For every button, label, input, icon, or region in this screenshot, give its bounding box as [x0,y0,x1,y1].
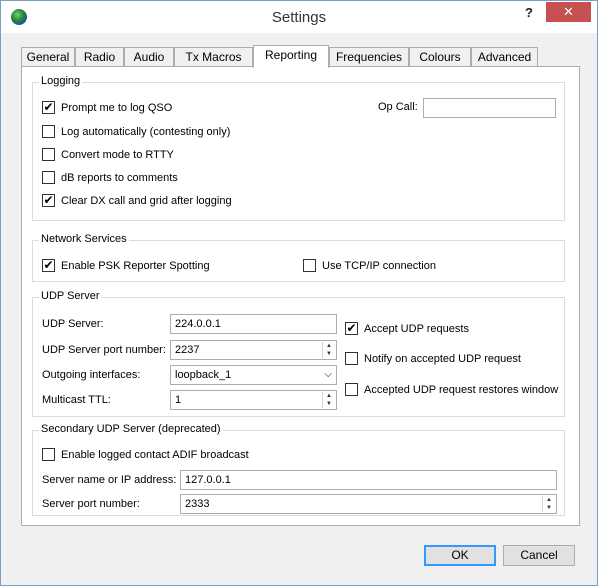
accept-udp-label: Accept UDP requests [364,323,469,335]
prompt-qso-label: Prompt me to log QSO [61,102,173,114]
checkbox-box [42,148,55,161]
udp-port-spinbox[interactable]: 2237 ▲ ▼ [170,340,337,360]
multicast-ttl-value: 1 [175,394,182,406]
server-port-spinbox[interactable]: 2333 ▲ ▼ [180,494,557,514]
network-services-title: Network Services [39,233,129,245]
server-port-label: Server port number: [42,498,140,510]
reporting-panel: Logging ✔ Prompt me to log QSO Log autom… [21,66,580,526]
tab-audio[interactable]: Audio [124,47,174,67]
logging-group: Logging ✔ Prompt me to log QSO Log autom… [32,75,565,221]
spin-down-icon[interactable]: ▼ [323,400,335,408]
notify-udp-label: Notify on accepted UDP request [364,353,521,365]
outgoing-interfaces-select[interactable]: loopback_1 ⌵ [170,365,337,385]
checkbox-box [303,259,316,272]
checkbox-box [42,125,55,138]
udp-server-label: UDP Server: [42,318,104,330]
clear-dx-label: Clear DX call and grid after logging [61,195,232,207]
tab-reporting[interactable]: Reporting [253,45,329,68]
spin-up-icon[interactable]: ▲ [543,496,555,504]
secondary-udp-group: Secondary UDP Server (deprecated) Enable… [32,423,565,516]
udp-port-value: 2237 [175,344,200,356]
close-button[interactable]: ✕ [546,2,591,22]
udp-server-input[interactable]: 224.0.0.1 [170,314,337,334]
network-services-group: Network Services ✔ Enable PSK Reporter S… [32,233,565,282]
checkbox-box [345,352,358,365]
spin-up-icon[interactable]: ▲ [323,392,335,400]
spin-down-icon[interactable]: ▼ [543,504,555,512]
chevron-down-icon: ⌵ [324,369,332,380]
udp-server-group: UDP Server UDP Server: 224.0.0.1 UDP Ser… [32,290,565,417]
settings-window: Settings ? ✕ General Radio Audio Tx Macr… [0,0,598,586]
dialog-client-area: General Radio Audio Tx Macros Reporting … [8,33,591,579]
outgoing-interfaces-value: loopback_1 [175,369,232,381]
checkmark-icon: ✔ [345,321,358,335]
title-bar: Settings ? ✕ [1,1,597,33]
tab-advanced[interactable]: Advanced [471,47,538,67]
spin-buttons[interactable]: ▲ ▼ [322,392,335,408]
convert-rtty-label: Convert mode to RTTY [61,149,174,161]
tcpip-label: Use TCP/IP connection [322,260,436,272]
multicast-ttl-spinbox[interactable]: 1 ▲ ▼ [170,390,337,410]
tab-colours[interactable]: Colours [409,47,471,67]
adif-broadcast-label: Enable logged contact ADIF broadcast [61,449,249,461]
tab-general[interactable]: General [21,47,75,67]
checkbox-box [42,171,55,184]
window-title: Settings [271,9,327,26]
udp-port-label: UDP Server port number: [42,344,166,356]
ok-button[interactable]: OK [424,545,496,566]
server-name-label: Server name or IP address: [42,474,177,486]
checkmark-icon: ✔ [42,258,55,272]
spin-buttons[interactable]: ▲ ▼ [542,496,555,512]
checkbox-box [42,448,55,461]
secondary-udp-title: Secondary UDP Server (deprecated) [39,423,223,435]
outgoing-interfaces-label: Outgoing interfaces: [42,369,141,381]
tab-frequencies[interactable]: Frequencies [329,47,409,67]
op-call-label: Op Call: [378,101,418,113]
logging-group-title: Logging [39,75,83,87]
op-call-input[interactable] [423,98,556,118]
multicast-ttl-label: Multicast TTL: [42,394,111,406]
log-automatically-label: Log automatically (contesting only) [61,126,231,138]
db-reports-label: dB reports to comments [61,172,178,184]
spin-up-icon[interactable]: ▲ [323,342,335,350]
checkmark-icon: ✔ [42,100,55,114]
tab-tx-macros[interactable]: Tx Macros [174,47,253,67]
tab-radio[interactable]: Radio [75,47,124,67]
spin-down-icon[interactable]: ▼ [323,350,335,358]
udp-server-title: UDP Server [39,290,102,302]
psk-reporter-label: Enable PSK Reporter Spotting [61,260,210,272]
help-button[interactable]: ? [521,5,537,23]
restore-window-label: Accepted UDP request restores window [364,384,559,396]
cancel-button[interactable]: Cancel [503,545,575,566]
server-name-input[interactable]: 127.0.0.1 [180,470,557,490]
checkbox-box [345,383,358,396]
server-port-value: 2333 [185,498,210,510]
spin-buttons[interactable]: ▲ ▼ [322,342,335,358]
checkmark-icon: ✔ [42,193,55,207]
